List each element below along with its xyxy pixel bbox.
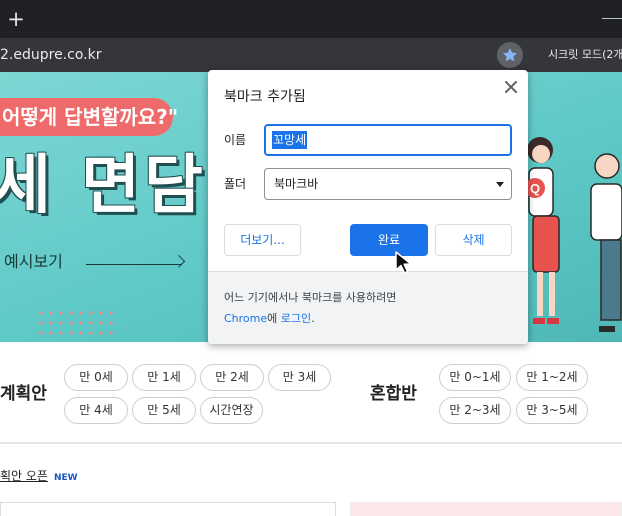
window-minimize-icon[interactable] [602,18,622,19]
chip-mixed-1-2[interactable]: 만 1~2세 [516,364,588,391]
name-label: 이름 [224,133,247,147]
chip-age-4[interactable]: 만 4세 [64,397,128,424]
new-badge: NEW [53,473,78,483]
chip-age-0[interactable]: 만 0세 [64,364,128,391]
chevron-down-icon [496,182,504,187]
star-icon [503,48,517,62]
folder-label: 폴더 [224,177,247,191]
banner-headline: 세 면담 [0,149,207,223]
content-card-right [350,502,622,516]
login-link[interactable]: 로그인 [281,312,311,325]
chip-extended-hours[interactable]: 시간연장 [200,397,263,424]
bookmark-name-value: 꼬망세 [272,131,308,149]
incognito-indicator[interactable]: 시크릿 모드(2개) [548,48,622,62]
login-line-period: . [311,312,315,325]
bookmark-star-button[interactable] [497,42,523,68]
chip-age-2[interactable]: 만 2세 [200,364,264,391]
folder-selected-value: 북마크바 [274,177,319,191]
chip-age-3[interactable]: 만 3세 [268,364,331,391]
login-link-prefix: 에 [267,312,281,325]
address-bar-url[interactable]: 2.edupre.co.kr [0,47,101,63]
more-button[interactable]: 더보기... [224,224,301,256]
notice-line: 획안 오픈 NEW [0,468,78,486]
svg-text:Q: Q [530,181,540,196]
mouse-cursor-icon [395,251,412,274]
dot-pattern-decoration [36,308,116,338]
dialog-title: 북마크 추가됨 [224,89,306,105]
class-plan-section: 계획안 만 0세 만 1세 만 2세 만 3세 만 4세 만 5세 시간연장 혼… [0,342,622,444]
preview-link[interactable]: 예시보기 [4,252,63,272]
close-icon [505,81,517,93]
chip-age-5[interactable]: 만 5세 [132,397,196,424]
sync-promo-login-line: Chrome에 로그인. [224,312,315,326]
arrow-right-icon [86,264,182,265]
bookmark-folder-select[interactable]: 북마크바 [264,168,512,200]
chip-mixed-3-5[interactable]: 만 3~5세 [516,397,588,424]
mixed-class-title: 혼합반 [370,384,417,404]
browser-toolbar: 2.edupre.co.kr 시크릿 모드(2개) [0,38,622,72]
dialog-footer: 어느 기기에서나 북마크를 사용하려면 Chrome에 로그인. [208,271,528,344]
chip-mixed-0-1[interactable]: 만 0~1세 [439,364,511,391]
bookmark-name-input[interactable]: 꼬망세 [264,124,512,156]
teacher-illustration: Q [525,137,622,332]
chrome-link[interactable]: Chrome [224,312,267,325]
new-tab-button[interactable]: + [6,6,26,32]
delete-button[interactable]: 삭제 [435,224,512,256]
banner-question-pill: 어떻게 답변할까요?" [0,98,178,136]
left-section-title: 계획안 [0,384,47,404]
tab-strip: + [0,0,622,38]
chip-mixed-2-3[interactable]: 만 2~3세 [439,397,511,424]
notice-link[interactable]: 획안 오픈 [0,469,48,483]
content-card-left [0,502,336,516]
bookmark-added-dialog: 북마크 추가됨 이름 꼬망세 폴더 북마크바 더보기... 완료 삭제 어느 기… [208,70,528,344]
done-button[interactable]: 완료 [350,224,428,256]
chip-age-1[interactable]: 만 1세 [132,364,196,391]
sync-promo-text: 어느 기기에서나 북마크를 사용하려면 [224,291,397,304]
dialog-close-button[interactable] [500,76,522,98]
